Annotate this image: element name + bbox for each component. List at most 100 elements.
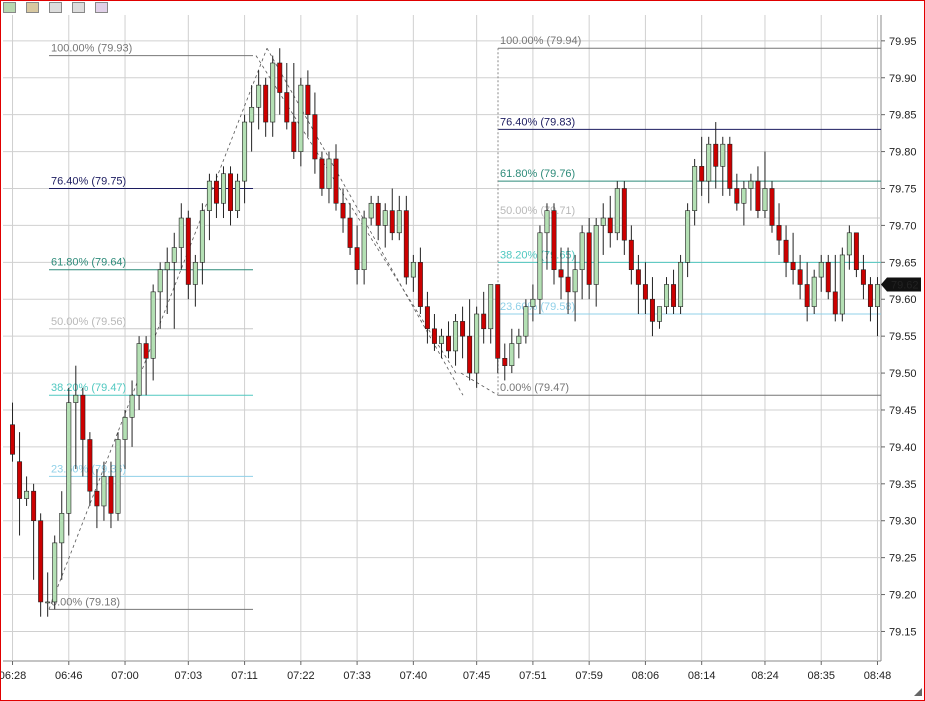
candle-up xyxy=(488,284,494,330)
trend-line xyxy=(460,372,499,396)
candle-up xyxy=(741,188,747,204)
fib-level-label: 61.80% (79.76) xyxy=(500,168,575,180)
fib-level-label: 50.00% (79.71) xyxy=(500,205,575,217)
y-tick-label: 79.85 xyxy=(889,110,917,122)
candle-up xyxy=(199,210,205,263)
chart-window: 79.95 79.90 79.85 79.80 79.75 79.70 79.65 79.60… xyxy=(0,0,925,701)
candle-up xyxy=(73,394,79,403)
candle-up xyxy=(59,513,65,544)
y-tick-label: 79.45 xyxy=(889,405,917,417)
candle-down xyxy=(403,210,409,278)
candle-down xyxy=(649,298,655,322)
candle-down xyxy=(790,262,796,271)
candle-up xyxy=(52,542,58,603)
candle-up xyxy=(382,210,388,226)
candle-up xyxy=(523,306,529,337)
candle-down xyxy=(108,476,114,514)
candle-down xyxy=(867,284,873,307)
candle-down xyxy=(551,210,557,271)
candle-up xyxy=(368,202,374,219)
candle-up xyxy=(692,166,698,211)
candle-up xyxy=(453,321,459,352)
candle-down xyxy=(755,180,761,211)
x-tick-label: 07:40 xyxy=(400,670,428,682)
y-tick-label: 79.40 xyxy=(889,442,917,454)
fib-level-label: 100.00% (79.93) xyxy=(51,43,132,55)
candle-down xyxy=(495,284,501,359)
candle-down xyxy=(87,439,93,492)
candle-up xyxy=(614,188,620,234)
x-tick-label: 07:45 xyxy=(463,670,491,682)
candle-up xyxy=(875,284,880,307)
last-price-label: 79.62 xyxy=(891,279,919,291)
candle-down xyxy=(213,180,219,204)
candle-up xyxy=(242,121,248,182)
candle-down xyxy=(558,269,564,278)
candle-down xyxy=(284,92,290,123)
candle-up xyxy=(157,269,163,293)
fib-level-label: 50.00% (79.56) xyxy=(51,316,126,328)
candle-down xyxy=(776,225,782,241)
candle-down xyxy=(586,232,592,285)
candle-down xyxy=(769,188,775,226)
y-tick-label: 79.25 xyxy=(889,553,917,565)
y-tick-label: 79.60 xyxy=(889,294,917,306)
candle-down xyxy=(31,490,37,522)
candle-up xyxy=(678,262,684,307)
candle-up xyxy=(178,217,184,248)
candle-up xyxy=(846,232,852,256)
candle-up xyxy=(410,262,416,278)
candle-up xyxy=(600,217,606,226)
candle-up xyxy=(748,180,754,189)
candle-up xyxy=(235,180,241,211)
candle-down xyxy=(699,166,705,182)
candle-down xyxy=(642,284,648,300)
candle-down xyxy=(467,335,473,374)
candle-down xyxy=(481,313,487,330)
candle-down xyxy=(375,202,381,226)
candle-up xyxy=(818,262,824,278)
candle-up xyxy=(136,343,142,396)
x-tick-label: 08:35 xyxy=(807,670,835,682)
candle-down xyxy=(80,394,86,440)
candle-up xyxy=(256,84,262,108)
candle-up xyxy=(150,291,156,359)
fib-level-label: 61.80% (79.64) xyxy=(51,257,126,269)
x-tick-label: 07:22 xyxy=(287,670,315,682)
candle-down xyxy=(797,269,803,285)
candle-up xyxy=(24,490,30,499)
candle-down xyxy=(727,143,733,189)
y-tick-label: 79.50 xyxy=(889,368,917,380)
x-tick-label: 08:06 xyxy=(632,670,660,682)
candle-down xyxy=(340,202,346,219)
candle-down xyxy=(446,335,451,352)
candle-up xyxy=(101,476,107,507)
candle-down xyxy=(621,188,627,241)
y-tick-label: 79.70 xyxy=(889,220,917,232)
candle-up xyxy=(544,210,550,234)
candle-down xyxy=(185,217,191,285)
x-tick-label: 06:28 xyxy=(1,670,26,682)
candle-up xyxy=(516,335,522,344)
candle-up xyxy=(206,180,212,211)
candle-down xyxy=(671,284,677,307)
candle-down xyxy=(291,121,297,152)
candle-down xyxy=(635,269,641,285)
candle-down xyxy=(319,158,325,189)
price-chart[interactable]: 79.95 79.90 79.85 79.80 79.75 79.70 79.65 79.60… xyxy=(1,1,924,700)
x-tick-label: 07:59 xyxy=(575,670,603,682)
candle-down xyxy=(143,343,149,359)
fib-level-label: 38.20% (79.47) xyxy=(51,382,126,394)
y-tick-label: 79.20 xyxy=(889,590,917,602)
candle-up xyxy=(664,284,669,307)
candle-down xyxy=(38,520,44,603)
candle-up xyxy=(249,106,255,123)
x-tick-label: 06:46 xyxy=(55,670,83,682)
candle-down xyxy=(502,358,508,366)
fib-level-label: 76.40% (79.83) xyxy=(500,116,575,128)
candle-down xyxy=(804,284,810,307)
candle-up xyxy=(221,173,226,204)
y-tick-label: 79.65 xyxy=(889,257,917,269)
candle-up xyxy=(593,225,599,285)
candle-up xyxy=(171,247,177,263)
